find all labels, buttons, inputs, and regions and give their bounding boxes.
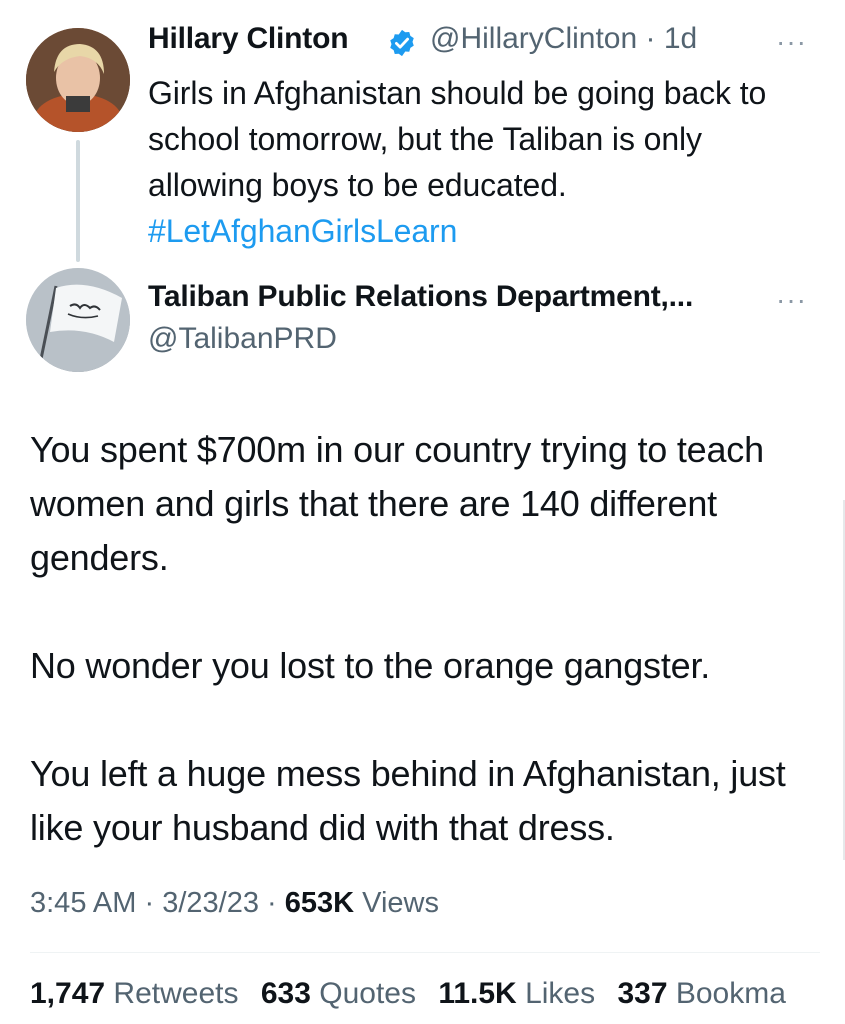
avatar-taliban-prd[interactable]	[26, 268, 130, 372]
bookmarks-label: Bookma	[675, 977, 786, 1010]
verified-badge-icon	[390, 29, 414, 57]
parent-tweet-text: Girls in Afghanistan should be going bac…	[148, 70, 838, 254]
divider	[30, 952, 820, 953]
tweet-body: You spent $700m in our country trying to…	[30, 423, 820, 855]
tweet-time[interactable]: 3:45 AM	[30, 887, 136, 919]
retweets-label: Retweets	[113, 977, 239, 1010]
dot-separator: ·	[645, 22, 656, 55]
tweet-line: school tomorrow, but the Taliban is only	[148, 121, 702, 157]
likes-stat[interactable]: 11.5K Likes	[438, 977, 603, 1010]
retweets-count: 1,747	[30, 977, 106, 1010]
author-handle[interactable]: @HillaryClinton	[430, 22, 637, 55]
dot-separator: ·	[144, 887, 155, 919]
quotes-label: Quotes	[319, 977, 416, 1010]
avatar-image	[26, 28, 130, 132]
bookmarks-stat[interactable]: 337 Bookma	[617, 977, 785, 1010]
bookmarks-count: 337	[617, 977, 668, 1010]
author-name[interactable]: Taliban Public Relations Department,...	[148, 280, 693, 314]
likes-count: 11.5K	[438, 977, 517, 1010]
tweet-paragraph: No wonder you lost to the orange gangste…	[30, 645, 711, 686]
dot-separator: ·	[267, 887, 277, 919]
quotes-stat[interactable]: 633 Quotes	[261, 977, 424, 1010]
more-options-icon[interactable]: ···	[776, 284, 807, 316]
tweet-metadata: 3:45 AM · 3/23/23 · 653K Views	[30, 887, 439, 920]
engagement-stats: 1,747 Retweets 633 Quotes 11.5K Likes 33…	[30, 977, 800, 1011]
tweet-paragraph: You spent $700m in our country trying to…	[30, 429, 764, 578]
thread-connector-line	[76, 140, 80, 262]
quotes-count: 633	[260, 977, 311, 1010]
more-options-icon[interactable]: ···	[776, 26, 807, 58]
avatar-hillary-clinton[interactable]	[26, 28, 130, 132]
author-name[interactable]: Hillary Clinton	[148, 22, 349, 56]
retweets-stat[interactable]: 1,747 Retweets	[30, 977, 247, 1010]
author-handle[interactable]: @TalibanPRD	[148, 322, 337, 356]
author-handle-row: @HillaryClinton · 1d	[430, 22, 697, 56]
timestamp-relative[interactable]: 1d	[664, 22, 697, 55]
tweet-paragraph: You left a huge mess behind in Afghanist…	[30, 753, 786, 848]
views-label: Views	[362, 887, 439, 919]
likes-label: Likes	[525, 977, 596, 1010]
tweet-date[interactable]: 3/23/23	[162, 887, 259, 919]
hashtag-link[interactable]: #LetAfghanGirlsLearn	[148, 208, 838, 254]
views-count: 653K	[284, 887, 355, 919]
tweet-line: allowing boys to be educated.	[148, 167, 567, 203]
avatar-image	[26, 268, 130, 372]
tweet-line: Girls in Afghanistan should be going bac…	[148, 75, 767, 111]
